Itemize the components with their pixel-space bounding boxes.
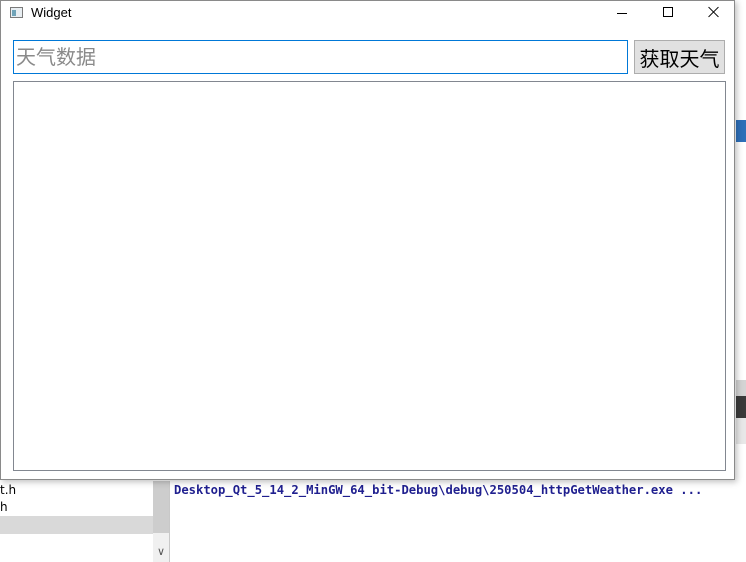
close-icon: [708, 6, 720, 18]
weather-query-input[interactable]: [13, 40, 628, 74]
ide-dark-bar: [736, 396, 746, 418]
ide-file-item-selected[interactable]: [0, 516, 153, 534]
get-weather-button[interactable]: 获取天气: [634, 40, 725, 74]
ide-output-line: Desktop_Qt_5_14_2_MinGW_64_bit-Debug\deb…: [174, 483, 703, 497]
maximize-button[interactable]: [645, 1, 691, 25]
ide-blue-tab[interactable]: [736, 120, 746, 142]
ide-file-list: t.h h: [0, 481, 153, 562]
ide-divider: [169, 481, 170, 562]
ide-right-strip: [736, 0, 746, 562]
weather-output-textarea[interactable]: [13, 81, 726, 471]
desktop: t.h h ∨ Desktop_Qt_5_14_2_MinGW_64_bit-D…: [0, 0, 746, 562]
ide-light-bar: [736, 418, 746, 444]
ide-file-item[interactable]: h: [0, 498, 153, 516]
scroll-down-arrow-icon[interactable]: ∨: [153, 544, 169, 560]
ide-file-item[interactable]: t.h: [0, 481, 153, 499]
ide-gray-bar: [736, 380, 746, 396]
app-window-icon: [10, 7, 23, 18]
ide-scrollbar-thumb[interactable]: [153, 481, 169, 533]
minimize-button[interactable]: [599, 1, 645, 25]
window-title: Widget: [31, 5, 72, 20]
minimize-icon: [617, 13, 627, 14]
title-bar[interactable]: Widget: [1, 1, 734, 25]
widget-window: Widget 获取天气: [0, 0, 735, 480]
close-button[interactable]: [691, 1, 737, 25]
maximize-icon: [663, 7, 673, 17]
